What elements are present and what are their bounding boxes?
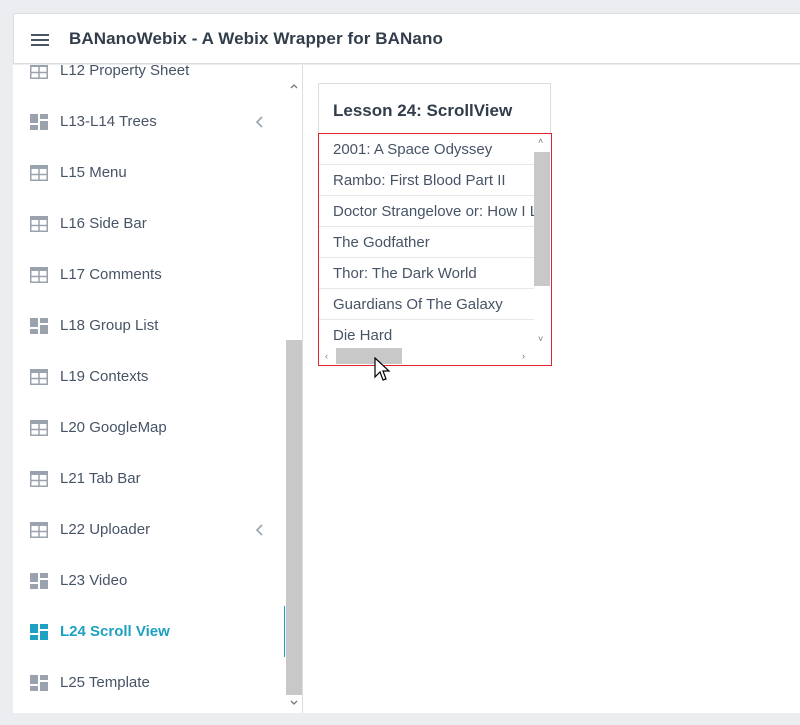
- sidebar-item[interactable]: L16 Side Bar: [13, 198, 285, 249]
- sidebar-item-label: L21 Tab Bar: [60, 470, 141, 487]
- scroll-down-icon[interactable]: [289, 697, 299, 707]
- sidebar-item[interactable]: L22 Uploader: [13, 504, 285, 555]
- sidebar-item[interactable]: L23 Video: [13, 555, 285, 606]
- list-item[interactable]: The Godfather: [319, 227, 534, 258]
- sidebar-item-label: L23 Video: [60, 572, 128, 589]
- sidebar-item-label: L20 GoogleMap: [60, 419, 167, 436]
- list-item[interactable]: 2001: A Space Odyssey: [319, 134, 534, 165]
- scroll-up-icon[interactable]: ˄: [538, 137, 543, 146]
- dashboard-icon: [30, 675, 48, 691]
- dashboard-icon: [30, 573, 48, 589]
- sidebar-item[interactable]: L19 Contexts: [13, 351, 285, 402]
- vertical-scrollbar-thumb[interactable]: [534, 152, 550, 286]
- sidebar-item-label: L19 Contexts: [60, 368, 149, 385]
- sidebar-item[interactable]: L12 Property Sheet: [13, 65, 285, 96]
- sidebar-item-label: L22 Uploader: [60, 521, 151, 538]
- table-icon: [30, 522, 48, 538]
- movie-list: 2001: A Space Odyssey Rambo: First Blood …: [319, 134, 534, 351]
- sidebar-item[interactable]: L18 Group List: [13, 300, 285, 351]
- list-item[interactable]: Guardians Of The Galaxy: [319, 289, 534, 320]
- sidebar-item[interactable]: L21 Tab Bar: [13, 453, 285, 504]
- list-item[interactable]: Die Hard: [319, 320, 534, 351]
- scroll-view[interactable]: 2001: A Space Odyssey Rambo: First Blood …: [318, 133, 552, 366]
- sidebar-item[interactable]: L13-L14 Trees: [13, 96, 285, 147]
- menu-icon[interactable]: [31, 32, 49, 46]
- sidebar-scrollbar-thumb[interactable]: [286, 340, 302, 695]
- list-item[interactable]: Doctor Strangelove or: How I Learned to …: [319, 196, 534, 227]
- scroll-right-icon[interactable]: ›: [522, 352, 525, 361]
- table-icon: [30, 420, 48, 436]
- sidebar-item-label: L13-L14 Trees: [60, 113, 157, 130]
- panel-title: Lesson 24: ScrollView: [333, 101, 513, 120]
- table-icon: [30, 471, 48, 487]
- table-icon: [30, 267, 48, 283]
- sidebar-item-label: L18 Group List: [60, 317, 159, 334]
- sidebar-item-label: L15 Menu: [60, 164, 127, 181]
- sidebar-item[interactable]: L17 Comments: [13, 249, 285, 300]
- sidebar: L12 Property Sheet L13-L14 Trees L15 Menu L…: [13, 65, 303, 713]
- sidebar-item-label: L24 Scroll View: [60, 623, 170, 640]
- dashboard-icon: [30, 624, 48, 640]
- dashboard-icon: [30, 114, 48, 130]
- horizontal-scrollbar-thumb[interactable]: [336, 348, 402, 364]
- app-header: BANanoWebix - A Webix Wrapper for BANano: [13, 13, 800, 64]
- list-item[interactable]: Rambo: First Blood Part II: [319, 165, 534, 196]
- sidebar-item-label: L17 Comments: [60, 266, 162, 283]
- app-title: BANanoWebix - A Webix Wrapper for BANano: [69, 29, 443, 48]
- dashboard-icon: [30, 318, 48, 334]
- scroll-down-icon[interactable]: ˅: [538, 335, 543, 344]
- table-icon: [30, 165, 48, 181]
- sidebar-item[interactable]: L25 Template: [13, 657, 285, 708]
- scroll-up-icon[interactable]: [289, 82, 299, 92]
- table-icon: [30, 216, 48, 232]
- sidebar-item[interactable]: L20 GoogleMap: [13, 402, 285, 453]
- table-icon: [30, 369, 48, 385]
- horizontal-scrollbar[interactable]: ‹ ›: [319, 348, 534, 365]
- list-item[interactable]: Thor: The Dark World: [319, 258, 534, 289]
- sidebar-item[interactable]: L24 Scroll View: [13, 606, 286, 657]
- vertical-scrollbar[interactable]: ˄ ˅: [534, 134, 551, 348]
- scroll-left-icon[interactable]: ‹: [325, 352, 328, 361]
- sidebar-item-label: L16 Side Bar: [60, 215, 147, 232]
- sidebar-item-label: L25 Template: [60, 674, 150, 691]
- chevron-left-icon[interactable]: [253, 115, 267, 129]
- sidebar-scrollbar[interactable]: [285, 65, 302, 713]
- sidebar-item-label: L12 Property Sheet: [60, 65, 190, 79]
- chevron-left-icon[interactable]: [253, 523, 267, 537]
- sidebar-item[interactable]: L15 Menu: [13, 147, 285, 198]
- table-icon: [30, 65, 48, 79]
- sidebar-list: L12 Property Sheet L13-L14 Trees L15 Menu L…: [13, 65, 286, 708]
